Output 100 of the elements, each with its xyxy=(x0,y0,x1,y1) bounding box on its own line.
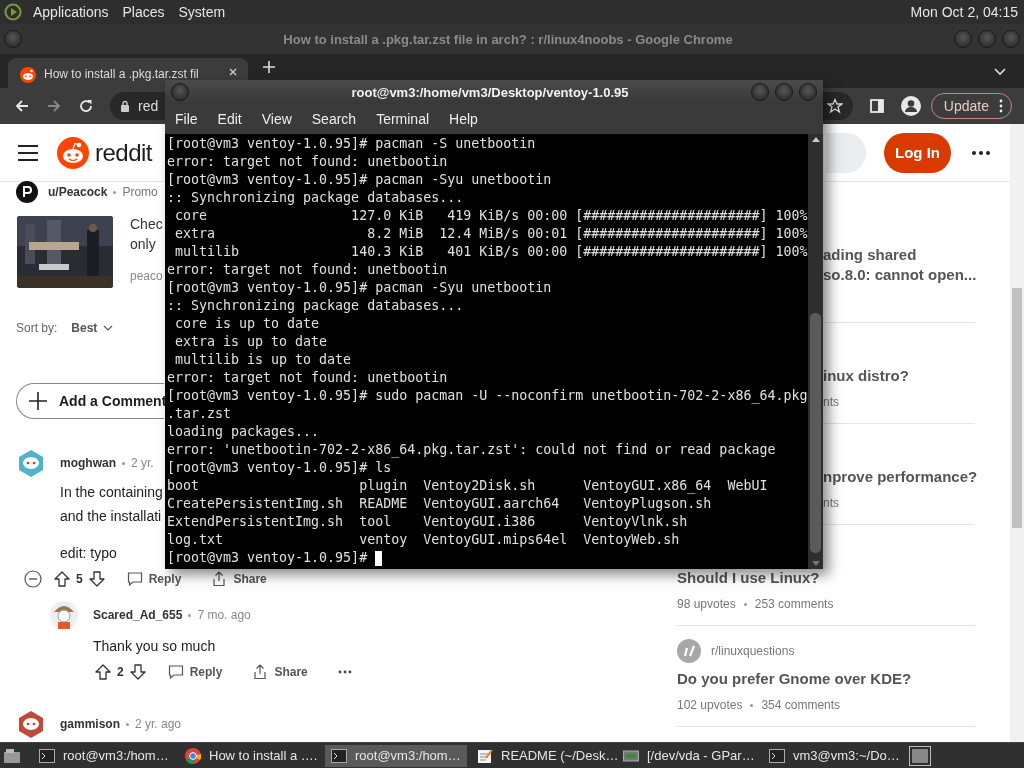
upvote-icon[interactable] xyxy=(54,571,70,587)
post-title[interactable]: Do you prefer Gnome over KDE? xyxy=(677,669,975,689)
upvote-icon[interactable] xyxy=(95,664,111,680)
menu-icon[interactable] xyxy=(18,144,38,161)
back-icon[interactable] xyxy=(14,98,30,114)
add-comment-button[interactable]: Add a Comment xyxy=(16,383,164,419)
terminal-line: CreatePersistentImg.sh README VentoyGUI.aarch64 VentoyPlugson.sh xyxy=(167,495,712,513)
vote-count: 2 xyxy=(117,665,124,679)
alien-icon xyxy=(20,67,36,83)
ad-text: only xyxy=(130,235,157,254)
separator-dot xyxy=(750,703,754,707)
login-button[interactable]: Log In xyxy=(884,132,951,173)
address-bar[interactable]: red xyxy=(110,92,165,120)
terminal-icon xyxy=(39,747,55,764)
kebab-icon xyxy=(999,99,1003,113)
menu-item[interactable]: Help xyxy=(449,111,478,127)
author-name[interactable]: moghwan xyxy=(60,456,116,470)
terminal-line: error: target not found: unetbootin xyxy=(167,369,448,387)
menu-item[interactable]: File xyxy=(175,111,198,127)
separator-dot xyxy=(743,602,747,606)
more-icon[interactable] xyxy=(972,150,990,155)
terminal-line: [root@vm3 ventoy-1.0.95]# pacman -Syu unetbootin xyxy=(167,279,552,297)
reply-button[interactable]: Reply xyxy=(118,571,190,587)
reload-icon[interactable] xyxy=(78,98,94,114)
author-name[interactable]: u/Peacock xyxy=(48,185,108,199)
comment-age: 2 yr. xyxy=(131,456,154,470)
more-icon[interactable] xyxy=(337,670,352,674)
brand-name[interactable]: reddit xyxy=(95,138,153,167)
separator-dot xyxy=(122,461,125,465)
panel-menu[interactable]: Applications xyxy=(33,4,109,20)
terminal-line: core 127.0 KiB 419 KiB/s 00:00 [######################] 100% xyxy=(174,207,808,225)
comment-text: In the containing xyxy=(60,483,163,502)
scroll-up-icon[interactable] xyxy=(811,137,820,142)
taskbar-button[interactable]: root@vm3:/hom… xyxy=(325,744,467,767)
chevron-down-icon[interactable] xyxy=(994,68,1006,76)
terminal-line: error: target not found: unetbootin xyxy=(167,153,448,171)
collapse-icon[interactable] xyxy=(24,570,42,588)
author-name[interactable]: Scared_Ad_655 xyxy=(93,608,183,622)
panel-menu[interactable]: Places xyxy=(122,4,165,20)
menu-item[interactable]: View xyxy=(261,111,292,127)
workspace-switcher[interactable] xyxy=(909,745,931,766)
terminal-line: [root@vm3 ventoy-1.0.95]# pacman -S unetbootin xyxy=(167,135,536,153)
alien-logo-icon[interactable] xyxy=(57,136,89,169)
post-title[interactable]: Should I use Linux? xyxy=(677,568,975,588)
post-title[interactable]: ading shared so.8.0: cannot open... xyxy=(823,245,975,285)
terminal-line: extra 8.2 MiB 12.4 MiB/s 00:01 [######################] 100% xyxy=(174,225,808,243)
post-title[interactable]: nprove performance? xyxy=(823,467,975,487)
taskbar-button[interactable]: vm3@vm3:~/Do… xyxy=(763,744,905,767)
sort-dropdown[interactable]: Best xyxy=(71,321,114,335)
terminal-line: [root@vm3 ventoy-1.0.95]# ls xyxy=(167,459,392,477)
search-field[interactable] xyxy=(826,132,866,173)
menu-item[interactable]: Terminal xyxy=(376,111,430,127)
terminal-line: [root@vm3 ventoy-1.0.95]# pacman -Syu unetbootin xyxy=(167,171,552,189)
ad-domain[interactable]: peaco xyxy=(130,269,163,283)
avatar-icon xyxy=(49,600,79,630)
post-title[interactable]: inux distro? xyxy=(823,366,975,386)
terminal-icon xyxy=(331,747,347,764)
downvote-icon[interactable] xyxy=(88,571,105,587)
taskbar-button[interactable]: How to install a …. xyxy=(179,744,321,767)
taskbar-button[interactable]: [/dev/vda - GPar… xyxy=(617,744,759,767)
window-title: root@vm3:/home/vm3/Desktop/ventoy-1.0.95 xyxy=(350,84,630,100)
forward-icon[interactable] xyxy=(46,98,62,114)
avatar-icon xyxy=(16,709,46,739)
speech-bubble-icon xyxy=(167,664,184,680)
plus-icon[interactable] xyxy=(262,60,276,74)
avatar-icon xyxy=(16,448,46,478)
community-name[interactable]: r/linuxquestions xyxy=(711,644,795,658)
community-icon xyxy=(677,639,701,663)
terminal-line: [root@vm3 ventoy-1.0.95]# xyxy=(167,549,369,567)
plus-icon xyxy=(29,392,47,410)
scrollbar[interactable] xyxy=(1010,124,1024,742)
close-icon[interactable] xyxy=(228,67,238,77)
menu-item[interactable]: Search xyxy=(311,111,357,127)
share-button[interactable]: Share xyxy=(244,664,316,680)
scrollbar[interactable] xyxy=(808,134,823,569)
terminal-line: .tar.zst xyxy=(167,405,232,423)
downvote-icon[interactable] xyxy=(129,664,146,680)
browser-tab[interactable]: How to install a .pkg.tar.zst fil xyxy=(8,58,248,88)
scroll-down-icon[interactable] xyxy=(811,561,820,566)
profile-icon[interactable] xyxy=(900,96,921,116)
side-panel-icon[interactable] xyxy=(868,98,885,114)
comment-text: and the installati xyxy=(60,507,162,526)
star-icon[interactable] xyxy=(826,98,843,114)
share-icon xyxy=(211,571,228,587)
promoted-label: Promo xyxy=(122,185,158,199)
share-button[interactable]: Share xyxy=(203,571,275,587)
terminal-line: [root@vm3 ventoy-1.0.95]# sudo pacman -U --noconfirm unetbootin-702-2-x86_64.pkg xyxy=(167,387,808,405)
avatar-icon xyxy=(16,181,38,203)
taskbar-button[interactable]: root@vm3:/hom… xyxy=(33,744,175,767)
sort-label: Sort by: xyxy=(16,321,58,335)
panel-menu[interactable]: System xyxy=(178,4,226,20)
terminal-icon xyxy=(769,747,785,764)
author-name[interactable]: gammison xyxy=(60,717,120,731)
menu-item[interactable]: Edit xyxy=(217,111,242,127)
ad-text: Chec xyxy=(130,215,163,234)
comment-age: 7 mo. ago xyxy=(197,608,251,622)
show-desktop-icon[interactable] xyxy=(3,747,21,764)
distro-logo-icon[interactable] xyxy=(4,3,22,21)
upvote-count: 102 upvotes xyxy=(677,697,743,714)
reply-button[interactable]: Reply xyxy=(159,664,231,680)
